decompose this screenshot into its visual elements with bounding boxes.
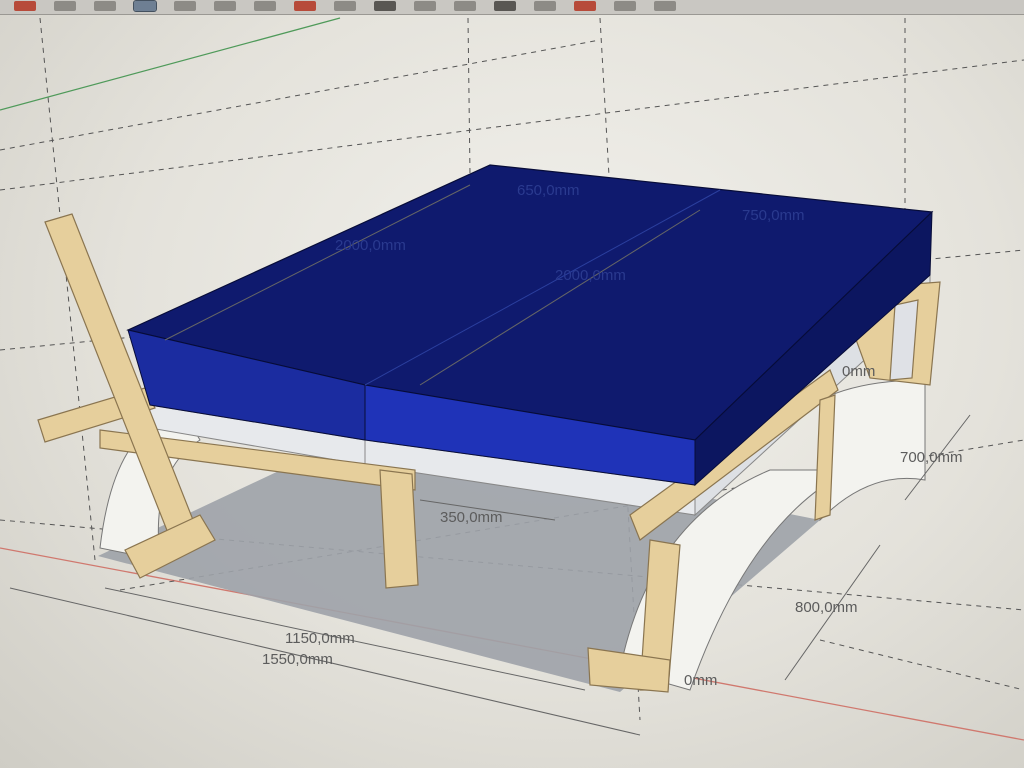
dim-mattress-length-b[interactable]: 2000,0mm <box>555 267 626 284</box>
green-axis <box>0 17 341 111</box>
dim-mattress-length-a[interactable]: 2000,0mm <box>335 237 406 254</box>
model-viewport[interactable]: 650,0mm 750,0mm 2000,0mm 2000,0mm 700,0m… <box>0 0 1024 768</box>
dim-mattress-width-a[interactable]: 650,0mm <box>517 182 580 199</box>
dim-leg-spacing[interactable]: 350,0mm <box>440 509 503 526</box>
dim-partial-a[interactable]: 0mm <box>842 363 875 380</box>
front-leg-left <box>379 469 419 589</box>
sketchup-window: 650,0mm 750,0mm 2000,0mm 2000,0mm 700,0m… <box>0 0 1024 768</box>
dim-base-inner[interactable]: 1150,0mm <box>285 630 355 647</box>
dim-partial-b[interactable]: 0mm <box>684 672 717 689</box>
dim-mattress-width-b[interactable]: 750,0mm <box>742 207 805 224</box>
dim-base-outer[interactable]: 1550,0mm <box>262 651 333 668</box>
dim-height-a[interactable]: 700,0mm <box>900 449 963 466</box>
dim-height-b[interactable]: 800,0mm <box>795 599 858 616</box>
